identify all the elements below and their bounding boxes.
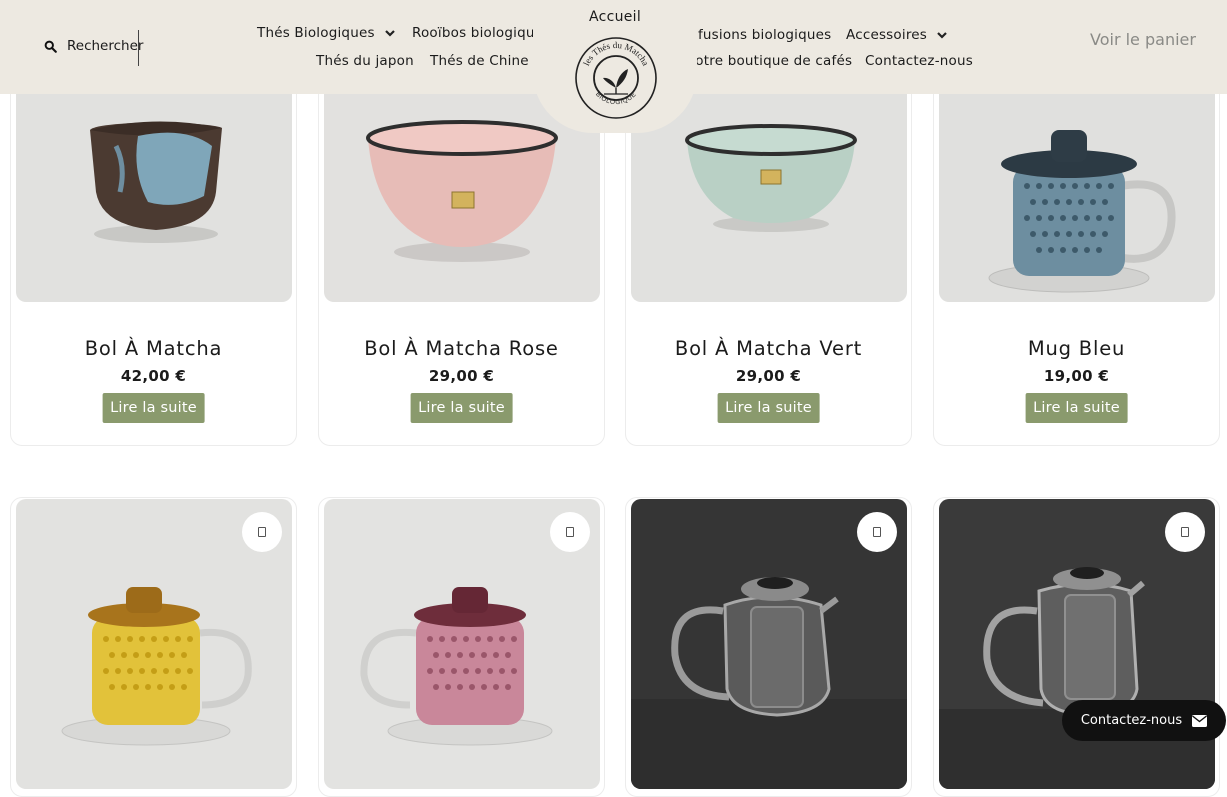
nav-item-thes-du-japon[interactable]: Thés du japon [316,53,414,69]
nav-item-boutique-cafes[interactable]: Notre boutique de cafés [685,53,852,69]
product-price: 29,00 € [735,367,802,385]
nav-item-accessoires[interactable]: Accessoires [846,27,948,43]
nav-label: Rooïbos biologiques [412,25,551,41]
search-button[interactable]: Rechercher [44,38,143,54]
nav-item-thes-biologiques[interactable]: Thés Biologiques [257,25,396,41]
search-icon [44,40,57,53]
product-name[interactable]: Mug Bleu [934,337,1219,360]
home-link[interactable]: Accueil [533,9,697,25]
search-label: Rechercher [67,38,144,54]
nav-label: Thés Biologiques [257,25,375,41]
chevron-down-icon [384,30,395,37]
nav-item-infusions[interactable]: Infusions biologiques [685,27,831,43]
brand-logo[interactable]: les Thés du Matcha BIOLOGIQUE [574,36,658,120]
product-card[interactable] [933,497,1220,797]
envelope-icon [1192,714,1208,727]
read-more-button[interactable]: Lire la suite [1025,393,1128,423]
product-price: 42,00 € [120,367,187,385]
wishlist-button[interactable] [550,512,590,552]
contact-us-button[interactable]: Contactez-nous [1062,700,1226,741]
wishlist-icon [258,527,266,537]
wishlist-button[interactable] [857,512,897,552]
wishlist-icon [566,527,574,537]
contact-label: Contactez-nous [1080,713,1183,728]
nav-label: Accessoires [846,27,928,43]
nav-label: Thés du japon [316,53,414,69]
read-more-button[interactable]: Lire la suite [717,393,820,423]
nav-label: Infusions biologiques [685,27,832,43]
nav-item-contactez-nous[interactable]: Contactez-nous [865,53,973,69]
svg-text:les Thés du Matcha: les Thés du Matcha [581,40,651,67]
nav-label: Thés de Chine [430,53,529,69]
chevron-down-icon [937,32,947,39]
wishlist-icon [1181,527,1189,537]
read-more-button[interactable]: Lire la suite [102,393,205,423]
wishlist-icon [873,527,881,537]
view-cart-link[interactable]: Voir le panier [1090,30,1196,49]
product-name[interactable]: Bol À Matcha Vert [626,337,911,360]
product-card[interactable] [318,497,605,797]
read-more-button[interactable]: Lire la suite [410,393,513,423]
product-price: 29,00 € [428,367,495,385]
logo-tab: Accueil les Thés du Matcha BIOLOGIQUE [533,0,697,133]
product-card[interactable] [10,497,297,797]
product-name[interactable]: Bol À Matcha [11,337,296,360]
nav-label: Notre boutique de cafés [685,53,853,69]
product-name[interactable]: Bol À Matcha Rose [319,337,604,360]
product-price: 19,00 € [1043,367,1110,385]
product-card[interactable] [625,497,912,797]
nav-item-thes-de-chine[interactable]: Thés de Chine [430,53,550,69]
text-cursor [138,30,139,66]
nav-label: Contactez-nous [865,53,973,69]
wishlist-button[interactable] [242,512,282,552]
wishlist-button[interactable] [1165,512,1205,552]
nav-item-rooibos[interactable]: Rooïbos biologiques [412,25,550,41]
